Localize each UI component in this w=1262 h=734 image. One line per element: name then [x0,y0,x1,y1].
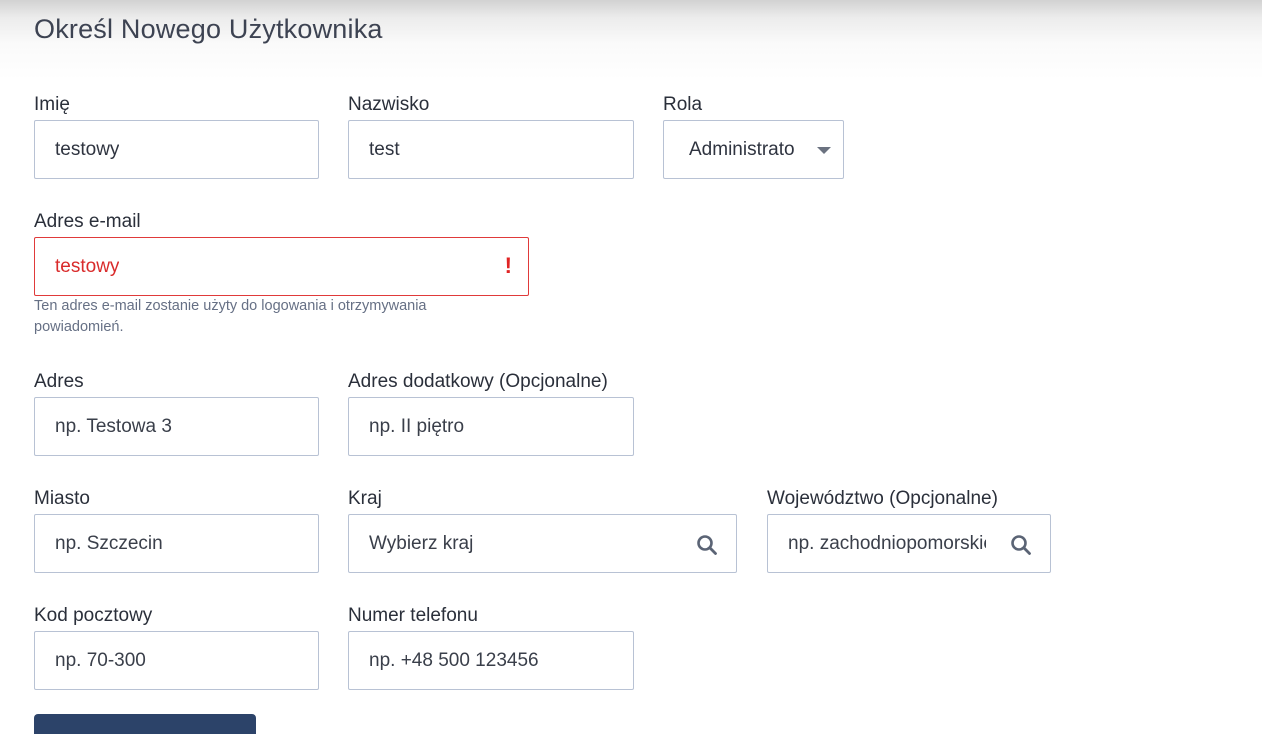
error-icon: ! [504,253,512,278]
email-value: testowy [55,255,120,277]
country-label: Kraj [348,488,382,509]
submit-button[interactable] [34,714,256,734]
city-placeholder: np. Szczecin [55,532,163,554]
role-value: Administrato [689,138,795,160]
country-search-input[interactable]: Wybierz kraj [348,514,737,573]
country-placeholder: Wybierz kraj [369,532,474,554]
address-extra-placeholder: np. II piętro [369,415,465,437]
email-label: Adres e-mail [34,211,141,232]
address-label: Adres [34,371,84,392]
phone-label: Numer telefonu [348,605,478,626]
search-icon[interactable] [1010,534,1032,556]
province-label: Województwo (Opcjonalne) [767,488,998,509]
page-title: Określ Nowego Użytkownika [34,14,383,44]
role-label: Rola [663,94,703,115]
address-extra-input[interactable]: np. II piętro [348,397,634,456]
postal-code-label: Kod pocztowy [34,605,153,626]
first-name-label: Imię [34,94,70,115]
chevron-down-icon [817,147,831,154]
address-input[interactable]: np. Testowa 3 [34,397,319,456]
last-name-value: test [369,138,400,160]
address-extra-label: Adres dodatkowy (Opcjonalne) [348,371,608,392]
email-field[interactable]: testowy ! [34,237,529,296]
postal-code-input[interactable]: np. 70-300 [34,631,319,690]
first-name-input[interactable]: testowy [34,120,319,179]
postal-code-placeholder: np. 70-300 [55,649,146,671]
last-name-label: Nazwisko [348,94,430,115]
province-placeholder: np. zachodniopomorskie [788,532,986,554]
search-icon[interactable] [696,534,718,556]
address-placeholder: np. Testowa 3 [55,415,172,437]
last-name-input[interactable]: test [348,120,634,179]
role-select[interactable]: Administrato [663,120,844,179]
city-label: Miasto [34,488,90,509]
email-helper-text: Ten adres e-mail zostanie użyty do logow… [34,298,427,335]
city-input[interactable]: np. Szczecin [34,514,319,573]
phone-input[interactable]: np. +48 500 123456 [348,631,634,690]
province-search-input[interactable]: np. zachodniopomorskie [767,514,1051,573]
first-name-value: testowy [55,138,120,160]
phone-placeholder: np. +48 500 123456 [369,649,539,671]
